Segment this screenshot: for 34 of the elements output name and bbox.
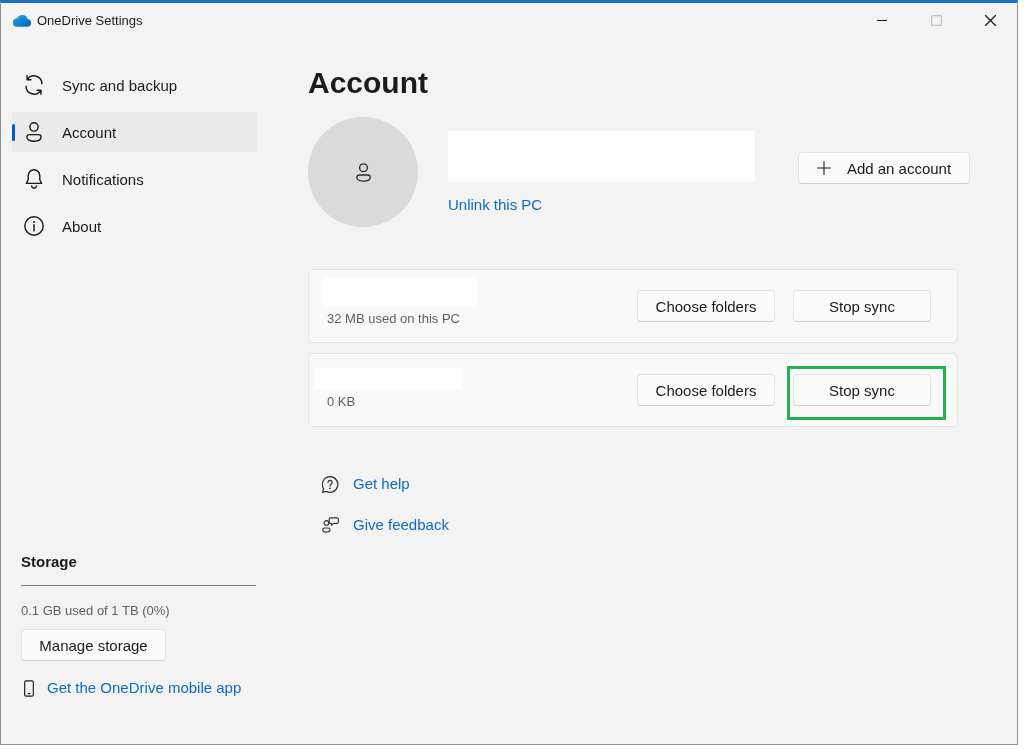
unlink-link[interactable]: Unlink this PC [448, 195, 543, 215]
phone-icon [24, 679, 34, 697]
help-link[interactable]: Get help [353, 474, 410, 494]
maximize-icon [930, 14, 942, 26]
plus-icon [816, 161, 831, 175]
person-icon [24, 122, 44, 142]
help-icon [322, 475, 339, 493]
sidebar-item[interactable]: Account [12, 112, 257, 152]
person-icon [355, 162, 371, 182]
storage-usage-text: 0.1 GB used of 1 TB (0%) [21, 602, 171, 620]
bell-icon [24, 169, 44, 189]
sync-icon [24, 75, 44, 95]
cloud-icon [12, 13, 31, 27]
storage-used-text: 32 MB used on this PC [327, 311, 460, 327]
selection-indicator [12, 124, 15, 141]
choose-folders-button[interactable]: Choose folders [637, 290, 775, 322]
page-heading: Account [308, 65, 428, 101]
storage-heading: Storage [21, 552, 78, 572]
window-title: OneDrive Settings [37, 12, 143, 28]
info-icon [24, 216, 44, 236]
stop-sync-button[interactable]: Stop sync [793, 374, 931, 406]
feedback-link[interactable]: Give feedback [353, 515, 449, 535]
sidebar-item[interactable]: About [12, 206, 257, 246]
mobile-app-link[interactable]: Get the OneDrive mobile app [47, 678, 242, 698]
minimize-icon [877, 19, 887, 21]
sidebar-item[interactable]: Sync and backup [12, 65, 257, 105]
add-account-button[interactable]: Add an account [798, 152, 970, 184]
storage-used-text: 0 KB [327, 394, 356, 410]
stop-sync-button[interactable]: Stop sync [793, 290, 931, 322]
choose-folders-button[interactable]: Choose folders [637, 374, 775, 406]
feedback-icon [322, 517, 339, 533]
manage-storage-button[interactable]: Manage storage [21, 629, 166, 661]
close-icon [984, 14, 996, 26]
sidebar-item[interactable]: Notifications [12, 159, 257, 199]
